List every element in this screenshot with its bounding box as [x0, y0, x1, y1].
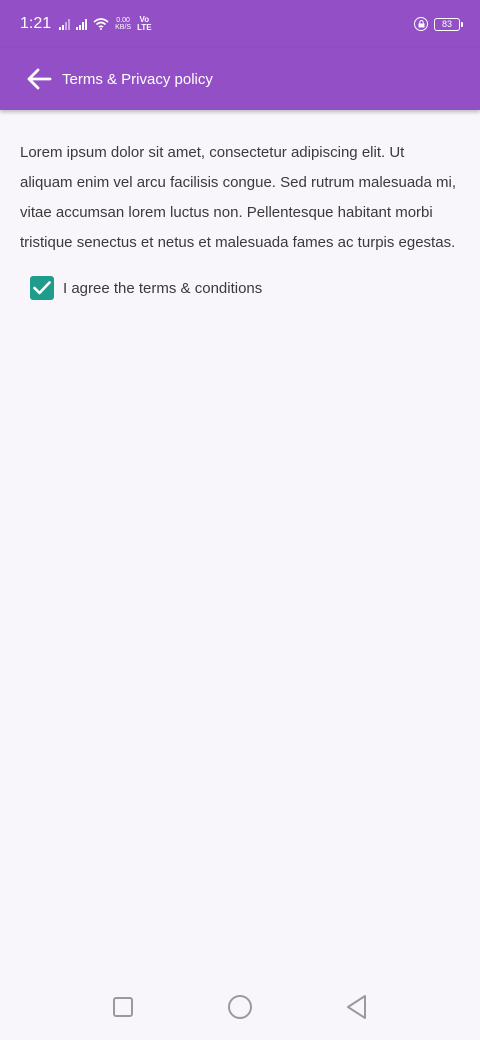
recent-apps-button[interactable] [103, 987, 143, 1027]
square-icon [113, 997, 134, 1017]
page-title: Terms & Privacy policy [62, 70, 213, 88]
battery-icon: 83 [434, 17, 463, 31]
battery-level: 83 [441, 18, 452, 29]
status-left: 1:21 0.00 KB/S Vo LTE [20, 15, 152, 33]
circle-icon [227, 995, 252, 1019]
back-button[interactable] [14, 54, 64, 104]
app-bar: Terms & Privacy policy [0, 48, 480, 110]
net-speed-value: 0.00 [116, 17, 130, 24]
wifi-icon [93, 18, 109, 30]
arrow-left-icon [27, 68, 52, 90]
terms-content: Lorem ipsum dolor sit amet, consectetur … [20, 138, 460, 300]
volte-indicator: Vo LTE [137, 16, 152, 32]
triangle-back-icon [346, 995, 366, 1019]
clock: 1:21 [20, 15, 52, 32]
system-back-button[interactable] [337, 987, 377, 1027]
terms-body-text: Lorem ipsum dolor sit amet, consectetur … [20, 144, 457, 251]
system-nav-bar [0, 974, 480, 1040]
status-bar: 1:21 0.00 KB/S Vo LTE 83 [0, 0, 480, 48]
agree-checkbox[interactable] [30, 276, 54, 300]
net-speed: 0.00 KB/S [115, 17, 131, 31]
signal-icon-2 [76, 18, 88, 30]
status-right: 83 [414, 17, 463, 31]
agree-row[interactable]: I agree the terms & conditions [30, 276, 460, 300]
signal-icon [59, 18, 71, 30]
net-speed-unit: KB/S [115, 24, 132, 31]
volte-bottom: LTE [137, 23, 152, 32]
agree-label[interactable]: I agree the terms & conditions [63, 280, 262, 297]
home-button[interactable] [220, 987, 260, 1027]
checkmark-icon [33, 281, 51, 295]
lock-icon [414, 17, 428, 31]
